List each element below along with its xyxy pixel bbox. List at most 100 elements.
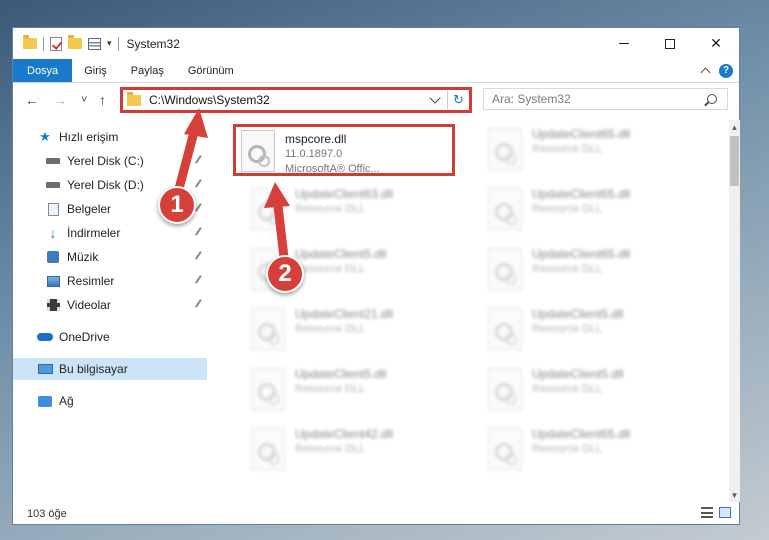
pin-icon	[194, 155, 206, 166]
tab-file[interactable]: Dosya	[13, 59, 73, 82]
file-tile[interactable]: UpdateClient42.dll Resource DLL	[233, 422, 455, 474]
onedrive-icon	[37, 330, 53, 344]
tab-view[interactable]: Görünüm	[176, 59, 246, 82]
expand-ribbon-chevron-icon[interactable]	[700, 67, 711, 78]
star-icon: ★	[39, 129, 51, 144]
window-title: System32	[126, 36, 180, 51]
search-placeholder: Ara: System32	[492, 92, 571, 106]
ribbon-tabs: Dosya Giriş Paylaş Görünüm ?	[13, 59, 739, 83]
music-icon	[45, 250, 61, 264]
file-description: Resource DLL	[532, 383, 603, 395]
annotation-badge-1: 1	[158, 186, 196, 224]
status-bar: 103 öğe	[13, 502, 739, 525]
properties-check-icon[interactable]	[50, 36, 62, 51]
documents-icon	[45, 202, 61, 216]
file-tile[interactable]: UpdateClient21.dll Resource DLL	[233, 302, 455, 354]
file-tile[interactable]: UpdateClient5.dll Resource DLL	[470, 302, 692, 354]
back-arrow-icon[interactable]: ←	[25, 92, 39, 108]
scroll-down-arrow-icon[interactable]: ▼	[729, 488, 740, 502]
folder-icon	[127, 91, 141, 106]
file-description: Resource DLL	[532, 263, 603, 275]
customize-toolbar-chevron-icon[interactable]: ▾	[107, 38, 112, 49]
scroll-up-arrow-icon[interactable]: ▲	[729, 120, 740, 134]
sidebar-item-quick-access[interactable]: ★ Hızlı erişim	[13, 126, 207, 148]
address-bar[interactable]: C:\Windows\System32 ↻	[120, 87, 472, 113]
address-path[interactable]: C:\Windows\System32	[149, 93, 431, 107]
close-icon: ✕	[710, 35, 722, 51]
file-description: Resource DLL	[295, 203, 366, 215]
recent-locations-chevron-icon[interactable]: ˅	[81, 94, 87, 106]
file-name: UpdateClient42.dll	[295, 427, 394, 441]
file-tile[interactable]: UpdateClient65.dll Resource DLL	[470, 242, 692, 294]
file-name: UpdateClient5.dll	[532, 367, 624, 381]
sidebar-item-label: İndirmeler	[67, 226, 121, 240]
sidebar-item-label: Belgeler	[67, 202, 112, 216]
sidebar-item-label: Müzik	[67, 250, 99, 264]
sidebar-item-onedrive[interactable]: OneDrive	[13, 326, 207, 348]
annotation-badge-2: 2	[266, 255, 304, 293]
sidebar-item-network[interactable]: Ağ	[13, 390, 207, 412]
dll-file-icon	[251, 428, 285, 470]
forward-arrow-icon[interactable]: →	[53, 92, 67, 108]
pin-icon	[194, 299, 206, 310]
file-tile[interactable]: UpdateClient5.dll Resource DLL	[470, 362, 692, 414]
scrollbar-thumb[interactable]	[730, 136, 739, 186]
sidebar-item-label: Hızlı erişim	[59, 130, 119, 144]
properties-icon[interactable]	[88, 37, 101, 50]
this-pc-icon	[37, 362, 53, 376]
dll-file-icon	[251, 308, 285, 350]
file-description: Resource DLL	[532, 203, 603, 215]
search-icon[interactable]	[707, 94, 717, 104]
search-input[interactable]: Ara: System32	[483, 88, 728, 110]
new-folder-icon[interactable]	[68, 35, 82, 49]
drive-icon	[45, 178, 61, 192]
close-button[interactable]: ✕	[693, 28, 739, 59]
dll-file-icon	[488, 308, 522, 350]
tiles-view-icon[interactable]	[719, 507, 731, 518]
sidebar-item-label: Yerel Disk (D:)	[67, 178, 144, 192]
file-tile[interactable]: UpdateClient5.dll Resource DLL	[233, 362, 455, 414]
pictures-icon	[45, 274, 61, 288]
refresh-icon[interactable]: ↻	[447, 90, 469, 110]
file-description: Resource DLL	[295, 323, 366, 335]
dll-file-icon	[488, 428, 522, 470]
file-tile-mspcore[interactable]: mspcore.dll 11.0.1897.0 MicrosoftA® Offi…	[233, 124, 455, 176]
up-arrow-icon[interactable]: ↑	[99, 92, 106, 108]
file-name: UpdateClient65.dll	[532, 247, 631, 261]
videos-icon	[45, 298, 61, 312]
window-controls: ✕	[601, 28, 739, 59]
file-description: MicrosoftA® Offic...	[285, 163, 380, 175]
pin-icon	[194, 227, 206, 238]
pin-icon	[194, 251, 206, 262]
folder-icon	[23, 35, 37, 49]
dll-file-icon	[488, 368, 522, 410]
maximize-icon	[665, 38, 675, 49]
sidebar-item-videos[interactable]: Videolar	[13, 294, 207, 316]
file-tile[interactable]: UpdateClient65.dll Resource DLL	[470, 182, 692, 234]
sidebar-item-music[interactable]: Müzik	[13, 246, 207, 268]
tab-home[interactable]: Giriş	[72, 59, 119, 82]
sidebar-item-this-pc[interactable]: Bu bilgisayar	[13, 358, 207, 380]
sidebar-item-label: Bu bilgisayar	[59, 362, 128, 376]
file-tile[interactable]: UpdateClient63.dll Resource DLL	[233, 182, 455, 234]
help-icon[interactable]: ?	[719, 63, 733, 78]
file-name: UpdateClient65.dll	[532, 187, 631, 201]
address-dropdown-chevron-icon[interactable]	[429, 92, 441, 104]
file-name: UpdateClient63.dll	[295, 187, 394, 201]
file-tile[interactable]: UpdateClient65.dll Resource DLL	[470, 122, 692, 174]
minimize-button[interactable]	[601, 28, 647, 59]
quick-access-toolbar: ▾	[13, 35, 119, 51]
vertical-scrollbar[interactable]: ▲ ▼	[729, 120, 740, 502]
drive-icon	[45, 154, 61, 168]
navigation-bar: ← → ˅ ↑ C:\Windows\System32 ↻ Ara: Syste…	[13, 84, 739, 116]
maximize-button[interactable]	[647, 28, 693, 59]
file-version: 11.0.1897.0	[285, 148, 343, 160]
ribbon-right-controls: ?	[700, 59, 739, 82]
file-name: UpdateClient65.dll	[532, 427, 631, 441]
file-tile[interactable]: UpdateClient65.dll Resource DLL	[470, 422, 692, 474]
tab-share[interactable]: Paylaş	[119, 59, 176, 82]
details-view-icon[interactable]	[701, 507, 713, 518]
sidebar-item-local-disk-c[interactable]: Yerel Disk (C:)	[13, 150, 207, 172]
sidebar-item-downloads[interactable]: ↓ İndirmeler	[13, 222, 207, 244]
sidebar-item-pictures[interactable]: Resimler	[13, 270, 207, 292]
